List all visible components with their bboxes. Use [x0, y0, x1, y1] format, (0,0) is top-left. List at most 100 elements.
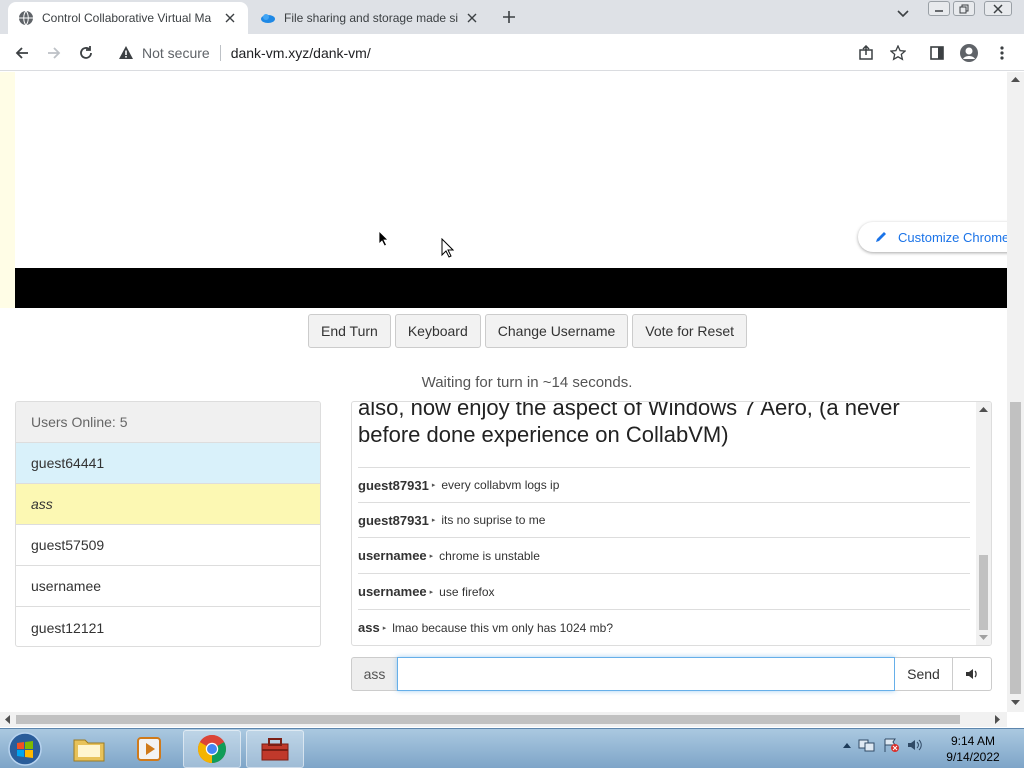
- toolbox-app-icon[interactable]: [246, 730, 304, 768]
- chat-panel: also, now enjoy the aspect of Windows 7 …: [351, 401, 992, 646]
- chat-input[interactable]: [397, 657, 895, 691]
- share-icon[interactable]: [855, 42, 877, 64]
- chat-message: ass ▸ lmao because this vm only has 1024…: [358, 609, 970, 645]
- address-bar[interactable]: Not secure dank-vm.xyz/dank-vm/: [108, 38, 918, 67]
- change-username-button[interactable]: Change Username: [484, 314, 629, 348]
- chat-message: guest87931 ▸ every collabvm logs ip: [358, 467, 970, 502]
- tab-title: File sharing and storage made si: [284, 11, 458, 25]
- chat-motd: also, now enjoy the aspect of Windows 7 …: [358, 401, 900, 447]
- bookmark-star-icon[interactable]: [887, 42, 909, 64]
- scroll-down-arrow-icon[interactable]: [1011, 700, 1020, 706]
- scroll-down-arrow-icon[interactable]: [979, 635, 988, 641]
- kebab-menu-icon[interactable]: [991, 42, 1013, 64]
- chat-scroll-thumb[interactable]: [979, 555, 988, 630]
- arrow-icon: ▸: [429, 588, 434, 596]
- windows-taskbar: 9:14 AM 9/14/2022: [0, 728, 1024, 768]
- users-online-header: Users Online: 5: [16, 402, 320, 443]
- explorer-folder-icon[interactable]: [60, 730, 118, 768]
- turn-status-text: Waiting for turn in ~14 seconds.: [421, 374, 633, 391]
- scroll-left-arrow-icon[interactable]: [4, 715, 10, 724]
- scroll-right-arrow-icon[interactable]: [995, 715, 1001, 724]
- chat-message: usernamee ▸ chrome is unstable: [358, 537, 970, 573]
- new-tab-button[interactable]: [498, 7, 520, 27]
- chat-text: chrome is unstable: [439, 548, 540, 563]
- chat-text: its no suprise to me: [441, 513, 546, 527]
- clock-date: 9/14/2022: [946, 750, 1000, 764]
- speaker-icon[interactable]: [953, 657, 992, 691]
- back-button[interactable]: [11, 42, 33, 64]
- page-scroll-thumb[interactable]: [1010, 402, 1021, 694]
- tab-search-chevron-icon[interactable]: [896, 9, 910, 19]
- chat-username: usernamee: [358, 584, 427, 599]
- arrow-icon: ▸: [431, 482, 436, 489]
- user-list-item[interactable]: guest12121: [16, 607, 320, 646]
- volume-icon[interactable]: [906, 737, 924, 753]
- clock-time: 9:14 AM: [950, 734, 996, 748]
- scroll-up-arrow-icon[interactable]: [1011, 76, 1020, 82]
- page-content: Customize Chrome End Turn Keyboard Chang…: [0, 72, 1007, 712]
- chrome-taskbar-icon[interactable]: [183, 730, 241, 768]
- page-horizontal-scrollbar[interactable]: [0, 712, 1007, 727]
- close-window-button[interactable]: [984, 1, 1012, 16]
- chat-messages: also, now enjoy the aspect of Windows 7 …: [352, 402, 977, 645]
- tab-strip: Control Collaborative Virtual Ma File sh…: [0, 0, 1024, 34]
- chat-username: guest87931: [358, 512, 429, 528]
- system-tray: [842, 737, 924, 753]
- tab-file-sharing[interactable]: File sharing and storage made si: [250, 2, 490, 34]
- arrow-icon: ▸: [431, 517, 436, 524]
- network-icon[interactable]: [858, 737, 876, 753]
- restore-button[interactable]: [953, 1, 975, 16]
- chat-text: every collabvm logs ip: [441, 478, 560, 492]
- media-player-icon[interactable]: [120, 730, 178, 768]
- mouse-cursor-icon: [379, 231, 389, 247]
- user-list-item[interactable]: guest64441: [16, 443, 320, 484]
- users-online-panel: Users Online: 5 guest64441 ass guest5750…: [15, 401, 321, 647]
- browser-toolbar: Not secure dank-vm.xyz/dank-vm/: [0, 34, 1024, 71]
- user-list-item[interactable]: ass: [16, 484, 320, 525]
- close-tab-icon[interactable]: [464, 10, 480, 26]
- scroll-up-arrow-icon[interactable]: [979, 406, 988, 412]
- tab-title: Control Collaborative Virtual Ma: [42, 11, 212, 25]
- vote-reset-button[interactable]: Vote for Reset: [632, 314, 747, 348]
- keyboard-button[interactable]: Keyboard: [394, 314, 481, 348]
- customize-chrome-label: Customize Chrome: [898, 229, 1007, 245]
- user-list-item[interactable]: usernamee: [16, 566, 320, 607]
- chat-username: usernamee: [358, 548, 427, 563]
- url-text[interactable]: dank-vm.xyz/dank-vm/: [231, 45, 371, 61]
- taskbar-clock[interactable]: 9:14 AM 9/14/2022: [938, 733, 1008, 765]
- chat-input-row: ass Send: [351, 657, 992, 691]
- chat-username-label: ass: [351, 657, 397, 691]
- page-hscroll-thumb[interactable]: [16, 715, 960, 724]
- vm-screen-black-bar[interactable]: [15, 268, 1007, 308]
- customize-chrome-button[interactable]: Customize Chrome: [858, 222, 1007, 252]
- minimize-button[interactable]: [928, 1, 950, 16]
- vm-cursor-icon: [441, 238, 454, 259]
- action-center-flag-icon[interactable]: [882, 737, 900, 753]
- vm-control-buttons: End Turn Keyboard Change Username Vote f…: [308, 314, 747, 348]
- security-label[interactable]: Not secure: [142, 45, 210, 61]
- page-vertical-scrollbar[interactable]: [1007, 72, 1024, 712]
- start-button[interactable]: [4, 730, 46, 768]
- reload-button[interactable]: [75, 42, 97, 64]
- send-button[interactable]: Send: [895, 657, 953, 691]
- forward-button[interactable]: [43, 42, 65, 64]
- show-hidden-icons-chevron-icon[interactable]: [842, 741, 852, 749]
- chat-text: lmao because this vm only has 1024 mb?: [392, 620, 614, 635]
- warning-icon[interactable]: [118, 45, 134, 61]
- cloud-icon: [260, 10, 276, 26]
- chat-message: usernamee ▸ use firefox: [358, 573, 970, 609]
- arrow-icon: ▸: [382, 624, 387, 632]
- divider: [219, 44, 221, 61]
- close-tab-icon[interactable]: [222, 10, 238, 26]
- chat-username: ass: [358, 620, 380, 635]
- chat-scrollbar[interactable]: [976, 402, 991, 645]
- arrow-icon: ▸: [429, 552, 434, 560]
- side-panel-icon[interactable]: [926, 42, 948, 64]
- chat-text: use firefox: [439, 584, 495, 599]
- end-turn-button[interactable]: End Turn: [308, 314, 391, 348]
- pencil-icon: [874, 230, 898, 244]
- tab-collabvm[interactable]: Control Collaborative Virtual Ma: [8, 2, 248, 34]
- user-list-item[interactable]: guest57509: [16, 525, 320, 566]
- profile-avatar-icon[interactable]: [958, 42, 980, 64]
- chat-message: guest87931 ▸ its no suprise to me: [358, 502, 970, 537]
